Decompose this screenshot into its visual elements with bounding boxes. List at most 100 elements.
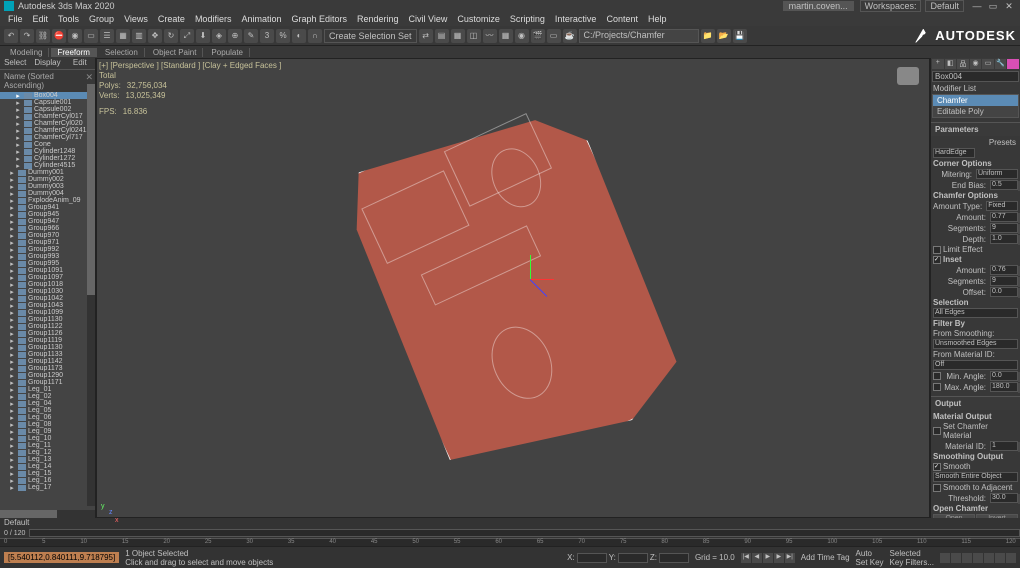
- set-key-button[interactable]: Set Key: [856, 558, 884, 567]
- model-mesh[interactable]: [323, 79, 702, 497]
- output-heading[interactable]: Output: [931, 397, 1020, 410]
- redo-button[interactable]: ↷: [20, 29, 34, 43]
- minimize-button[interactable]: —: [970, 1, 984, 11]
- menu-help[interactable]: Help: [644, 14, 671, 24]
- mirror-button[interactable]: ⇄: [419, 29, 433, 43]
- threshold-spinner[interactable]: 30.0: [990, 493, 1018, 503]
- spinner-button[interactable]: ◐: [292, 29, 306, 43]
- col-edit[interactable]: Edit: [65, 58, 95, 69]
- display-tab-icon[interactable]: ▭: [982, 59, 994, 69]
- tab-objectpaint[interactable]: Object Paint: [147, 48, 204, 57]
- parameters-heading[interactable]: Parameters: [931, 123, 1020, 136]
- toggle-button[interactable]: ◫: [467, 29, 481, 43]
- limit-effect-check[interactable]: [933, 246, 941, 254]
- amount-spinner[interactable]: 0.77: [990, 212, 1018, 222]
- mitering-dropdown[interactable]: Uniform: [976, 169, 1018, 179]
- unlink-button[interactable]: ⛔: [52, 29, 66, 43]
- undo-button[interactable]: ↶: [4, 29, 18, 43]
- snap-button[interactable]: 3: [260, 29, 274, 43]
- menu-tools[interactable]: Tools: [54, 14, 83, 24]
- move-button[interactable]: ✥: [148, 29, 162, 43]
- viewport[interactable]: [+] [Perspective ] [Standard ] [Clay + E…: [96, 58, 930, 518]
- browse-button[interactable]: 📁: [701, 29, 715, 43]
- save-button[interactable]: 💾: [733, 29, 747, 43]
- menu-interactive[interactable]: Interactive: [551, 14, 601, 24]
- pivot-button[interactable]: ⊕: [228, 29, 242, 43]
- color-swatch[interactable]: [1007, 59, 1019, 69]
- segments-spinner[interactable]: 9: [990, 223, 1018, 233]
- open-button[interactable]: 📂: [717, 29, 731, 43]
- inset-amount-spinner[interactable]: 0.76: [990, 265, 1018, 275]
- rotate-button[interactable]: ↻: [164, 29, 178, 43]
- menu-rendering[interactable]: Rendering: [353, 14, 403, 24]
- menu-content[interactable]: Content: [602, 14, 642, 24]
- sort-header[interactable]: Name (Sorted Ascending): [0, 70, 95, 92]
- modifier-stack[interactable]: Chamfer Editable Poly: [932, 94, 1019, 118]
- percent-button[interactable]: %: [276, 29, 290, 43]
- scene-tree[interactable]: ▸Box004▸Capsule001▸Capsule002▸ChamferCyl…: [0, 92, 95, 510]
- workspace-dropdown[interactable]: Default: [925, 0, 964, 12]
- presets-dropdown[interactable]: HardEdge: [933, 148, 975, 158]
- menu-scripting[interactable]: Scripting: [506, 14, 549, 24]
- select-region-button[interactable]: ▦: [116, 29, 130, 43]
- window-crossing-button[interactable]: ▥: [132, 29, 146, 43]
- timeline-track[interactable]: [29, 529, 1020, 537]
- menu-views[interactable]: Views: [120, 14, 152, 24]
- selected-dropdown[interactable]: Selected: [890, 549, 934, 558]
- tab-modeling[interactable]: Modeling: [4, 48, 49, 57]
- magnet-button[interactable]: ∩: [308, 29, 322, 43]
- open-button[interactable]: Open: [933, 514, 975, 518]
- menu-file[interactable]: File: [4, 14, 27, 24]
- scale-button[interactable]: ⤢: [180, 29, 194, 43]
- menu-animation[interactable]: Animation: [237, 14, 285, 24]
- col-select[interactable]: Select: [0, 58, 30, 69]
- amount-type-dropdown[interactable]: Fixed: [986, 201, 1018, 211]
- select-button[interactable]: ▭: [84, 29, 98, 43]
- tree-scrollbar-v[interactable]: [87, 84, 95, 506]
- tree-row[interactable]: ▸Leg_17: [0, 484, 95, 491]
- select-name-button[interactable]: ☰: [100, 29, 114, 43]
- create-tab-icon[interactable]: +: [932, 59, 944, 69]
- tab-populate[interactable]: Populate: [205, 48, 250, 57]
- maximize-button[interactable]: ▭: [986, 1, 1000, 11]
- menu-group[interactable]: Group: [85, 14, 118, 24]
- menu-civilview[interactable]: Civil View: [405, 14, 452, 24]
- refcoord-button[interactable]: ◈: [212, 29, 226, 43]
- selection-set-dropdown[interactable]: Create Selection Set: [324, 29, 417, 43]
- material-id-spinner[interactable]: 1: [990, 441, 1018, 451]
- inset-check[interactable]: [933, 256, 941, 264]
- menu-customize[interactable]: Customize: [453, 14, 504, 24]
- motion-tab-icon[interactable]: ◉: [970, 59, 982, 69]
- mod-editable-poly[interactable]: Editable Poly: [933, 106, 1018, 117]
- smooth-check[interactable]: [933, 463, 941, 471]
- link-button[interactable]: ⛓: [36, 29, 50, 43]
- close-icon[interactable]: ✕: [85, 72, 93, 83]
- max-angle-check[interactable]: [933, 383, 941, 391]
- menu-grapheditors[interactable]: Graph Editors: [287, 14, 351, 24]
- modifier-list-label[interactable]: Modifier List: [931, 83, 1020, 94]
- manipulate-button[interactable]: ✎: [244, 29, 258, 43]
- tab-freeform[interactable]: Freeform: [51, 48, 96, 57]
- timeline[interactable]: 0 / 120: [0, 528, 1020, 538]
- min-angle-spinner[interactable]: 0.0: [990, 371, 1018, 381]
- auto-key-button[interactable]: Auto: [856, 549, 884, 558]
- hierarchy-tab-icon[interactable]: 品: [957, 59, 969, 69]
- end-bias-spinner[interactable]: 0.5: [990, 180, 1018, 190]
- smooth-adjacent-check[interactable]: [933, 484, 941, 492]
- render-frame-button[interactable]: ▭: [547, 29, 561, 43]
- invert-button[interactable]: Invert: [976, 514, 1018, 518]
- schematic-button[interactable]: ▦: [499, 29, 513, 43]
- render-setup-button[interactable]: 🎬: [531, 29, 545, 43]
- set-chamfer-mat-check[interactable]: [933, 427, 941, 435]
- curve-button[interactable]: 〰: [483, 29, 497, 43]
- modify-tab-icon[interactable]: ◧: [945, 59, 957, 69]
- key-filters-button[interactable]: Key Filters...: [890, 558, 934, 567]
- smooth-dropdown[interactable]: Smooth Entire Object: [933, 472, 1018, 482]
- align-button[interactable]: ▤: [435, 29, 449, 43]
- project-path-input[interactable]: C:/Projects/Chamfer: [579, 29, 699, 43]
- from-smoothing-dropdown[interactable]: Unsmoothed Edges: [933, 339, 1018, 349]
- inset-segments-spinner[interactable]: 9: [990, 276, 1018, 286]
- from-matid-dropdown[interactable]: Off: [933, 360, 1018, 370]
- col-display[interactable]: Display: [30, 58, 64, 69]
- offset-spinner[interactable]: 0.0: [990, 287, 1018, 297]
